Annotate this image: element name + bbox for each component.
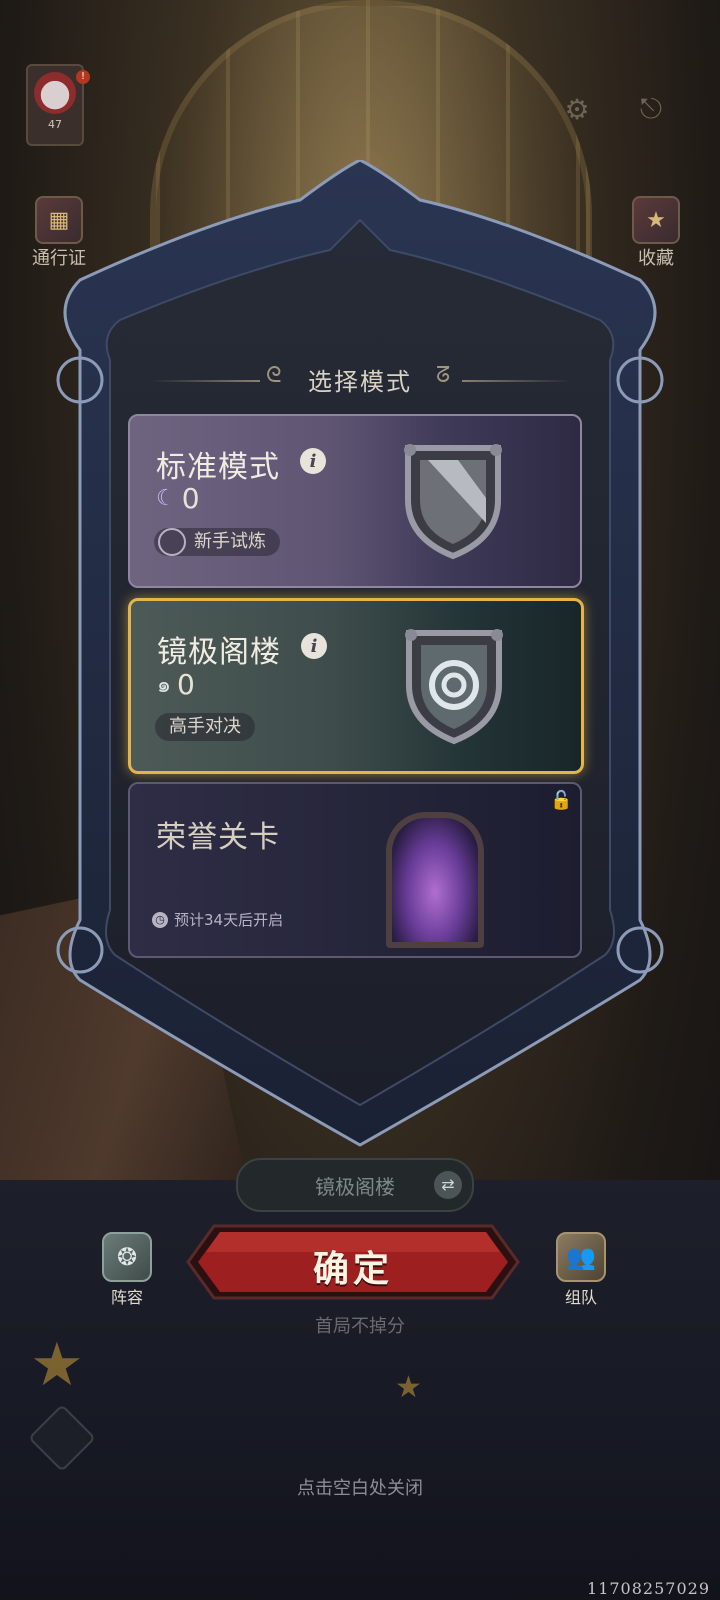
mode-card-standard[interactable]: 标准模式 i ☾ 0 新手试炼 bbox=[128, 414, 582, 588]
swap-icon[interactable]: ⇄ bbox=[434, 1171, 462, 1199]
mode-tag-label: 高手对决 bbox=[169, 716, 241, 737]
mode-currency: ☾ 0 bbox=[156, 482, 200, 515]
currency-value: 0 bbox=[181, 482, 200, 515]
mode-card-honor-stage[interactable]: 荣誉关卡 🔓 ◷ 预计34天后开启 bbox=[128, 782, 582, 958]
confirm-button[interactable]: 确定 bbox=[184, 1222, 522, 1302]
lineup-card-icon: ❂ bbox=[102, 1232, 152, 1282]
mode-card-mirror-attic[interactable]: 镜极阁楼 i ๑ 0 高手对决 bbox=[128, 598, 584, 774]
mode-tag: 新手试炼 bbox=[154, 528, 280, 556]
mode-tag: 高手对决 bbox=[155, 713, 255, 741]
title-divider-right bbox=[462, 380, 572, 382]
gear-icon[interactable]: ⚙ bbox=[560, 92, 594, 126]
currency-value: 0 bbox=[176, 668, 195, 701]
vortex-shield-icon bbox=[405, 629, 503, 745]
lock-icon: 🔓 bbox=[550, 790, 573, 811]
lineup-label: 阵容 bbox=[110, 1288, 143, 1307]
first-game-note: 首局不掉分 bbox=[315, 1316, 405, 1337]
swirl-ornament-icon: ᘔ bbox=[436, 363, 451, 388]
swirl-currency-icon: ๑ bbox=[157, 673, 171, 698]
confirm-label: 确定 bbox=[312, 1249, 393, 1290]
mode-name: 镜极阁楼 bbox=[157, 635, 281, 670]
lineup-button[interactable]: ❂ 阵容 bbox=[102, 1232, 152, 1308]
striped-shield-icon bbox=[404, 444, 502, 560]
team-label: 组队 bbox=[564, 1288, 597, 1307]
current-mode-pill[interactable]: 镜极阁楼 ⇄ bbox=[236, 1158, 474, 1212]
player-level: 47 bbox=[48, 118, 62, 131]
corner-id-watermark: 11708257029 bbox=[587, 1579, 710, 1598]
panel-title: 选择模式 bbox=[308, 368, 412, 396]
moon-currency-icon: ☾ bbox=[156, 486, 176, 511]
team-button[interactable]: 👥 组队 bbox=[556, 1232, 606, 1308]
player-avatar[interactable]: 47 ! bbox=[26, 64, 90, 146]
mode-name: 荣誉关卡 bbox=[156, 820, 280, 855]
info-icon[interactable]: i bbox=[300, 448, 326, 474]
avatar-portrait bbox=[34, 72, 76, 114]
timer-text: 预计34天后开启 bbox=[174, 911, 284, 929]
current-mode-label: 镜极阁楼 bbox=[315, 1174, 395, 1199]
close-hint[interactable]: 点击空白处关闭 bbox=[0, 1474, 720, 1500]
checkbox-circle-icon bbox=[158, 528, 186, 556]
notification-badge: ! bbox=[76, 70, 90, 84]
mode-currency: ๑ 0 bbox=[157, 667, 195, 702]
background-star-icon: ★ bbox=[395, 1370, 422, 1405]
background-star-icon: ★ bbox=[30, 1330, 84, 1400]
exit-icon[interactable]: ⎋ bbox=[634, 92, 668, 126]
info-icon[interactable]: i bbox=[301, 633, 327, 659]
team-cards-icon: 👥 bbox=[556, 1232, 606, 1282]
clock-icon: ◷ bbox=[152, 911, 168, 928]
mode-name: 标准模式 bbox=[156, 450, 280, 485]
unlock-timer: ◷ 预计34天后开启 bbox=[152, 909, 283, 930]
portal-door-icon bbox=[386, 812, 484, 948]
mode-tag-label: 新手试炼 bbox=[194, 531, 266, 552]
